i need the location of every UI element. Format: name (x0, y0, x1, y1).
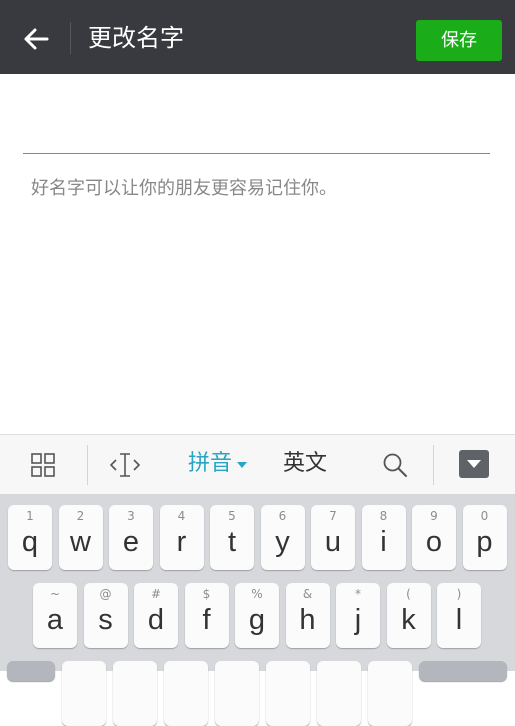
key-hint: @ (99, 587, 112, 601)
key-a[interactable]: ~ a (33, 583, 77, 648)
key-y[interactable]: 6y (260, 505, 305, 570)
key-e[interactable]: 3e (109, 505, 153, 570)
key-letter: o (425, 526, 443, 558)
delete-key[interactable] (419, 661, 507, 681)
key-letter: h (299, 604, 316, 636)
key-hint: ( (406, 587, 411, 601)
key-u[interactable]: 7u (311, 505, 355, 570)
key-hint: 7 (329, 509, 337, 523)
key-letter: a (46, 604, 64, 636)
key-letter: p (476, 526, 493, 558)
key-q[interactable]: 1q (8, 505, 52, 570)
key-p[interactable]: 0p (462, 505, 507, 570)
ime-toolbar: 拼音 英文 (0, 434, 515, 494)
caret-down-icon (237, 462, 247, 468)
key-hint: 1 (26, 509, 34, 523)
search-icon (383, 453, 407, 477)
ime-cursor-button[interactable] (108, 435, 142, 494)
key-letter: q (21, 526, 39, 558)
key-hint: 9 (430, 509, 438, 523)
key-k[interactable]: (k (386, 583, 431, 648)
header-divider (70, 22, 71, 54)
key-h[interactable]: & h (285, 583, 330, 648)
input-underline (23, 153, 490, 154)
key-o[interactable]: 9o (412, 505, 456, 570)
top-bar: 更改名字 保存 (0, 0, 515, 74)
key-letter: k (401, 604, 416, 636)
save-button[interactable]: 保存 (416, 20, 502, 61)
key-hint: * (355, 587, 361, 601)
key-letter: u (324, 526, 342, 558)
key-hint: ~ (49, 587, 61, 601)
key-hint: & (302, 587, 313, 601)
key-letter: r (176, 526, 187, 558)
key-l[interactable]: ) l (437, 583, 481, 648)
key-letter: e (122, 526, 140, 558)
pinyin-label: 拼音 (188, 451, 233, 476)
collapse-keyboard-icon (459, 450, 489, 478)
page-title: 更改名字 (88, 24, 184, 52)
key-s[interactable]: @ s (83, 583, 128, 648)
key-letter: j (354, 604, 362, 636)
key-hint: $ (202, 587, 211, 601)
key-hint: 3 (127, 509, 135, 523)
key-hint: 8 (379, 509, 388, 523)
hint-text: 好名字可以让你的朋友更容易记住你。 (31, 178, 337, 199)
shift-key[interactable] (7, 661, 55, 681)
key-g[interactable]: % g (235, 583, 279, 648)
cursor-icon (109, 453, 141, 477)
key-j[interactable]: * j (336, 583, 380, 648)
grid-icon (31, 453, 55, 477)
key-hint: 5 (228, 509, 236, 523)
key-letter: s (98, 604, 113, 636)
key-hint: 4 (177, 509, 186, 523)
key-r[interactable]: 4r (159, 505, 204, 570)
english-label: 英文 (283, 451, 328, 476)
key-hint: 0 (480, 509, 489, 523)
ime-grid-button[interactable] (30, 435, 60, 494)
toolbar-separator (433, 445, 434, 485)
key-d[interactable]: # d (134, 583, 178, 648)
key-hint: ) (456, 587, 462, 601)
key-i[interactable]: 8i (361, 505, 406, 570)
key-letter: g (248, 604, 266, 636)
keyboard: 1q2w3e4r5t6y7u8i9o0p ~ a @ s # d $ f% g & h * j(k) l (0, 494, 515, 726)
key-f[interactable]: $ f (184, 583, 229, 648)
key-t[interactable]: 5t (210, 505, 254, 570)
ime-english-tab[interactable]: 英文 (283, 435, 333, 494)
key-hint: 6 (278, 509, 287, 523)
key-letter: w (70, 526, 91, 558)
ime-search-button[interactable] (382, 435, 408, 494)
collapse-keyboard-button[interactable] (458, 435, 490, 494)
key-letter: i (380, 526, 387, 558)
key-hint: # (150, 587, 162, 601)
key-letter: l (455, 604, 463, 636)
arrow-left-icon[interactable] (22, 25, 50, 53)
key-hint: % (251, 587, 263, 601)
key-letter: t (227, 526, 237, 558)
key-w[interactable]: 2w (58, 505, 103, 570)
ime-pinyin-tab[interactable]: 拼音 (188, 435, 252, 494)
name-input[interactable] (23, 108, 490, 152)
key-hint: 2 (76, 509, 85, 523)
toolbar-separator (87, 445, 88, 485)
key-letter: y (275, 526, 290, 558)
key-letter: d (147, 604, 165, 636)
key-letter: f (202, 604, 211, 636)
